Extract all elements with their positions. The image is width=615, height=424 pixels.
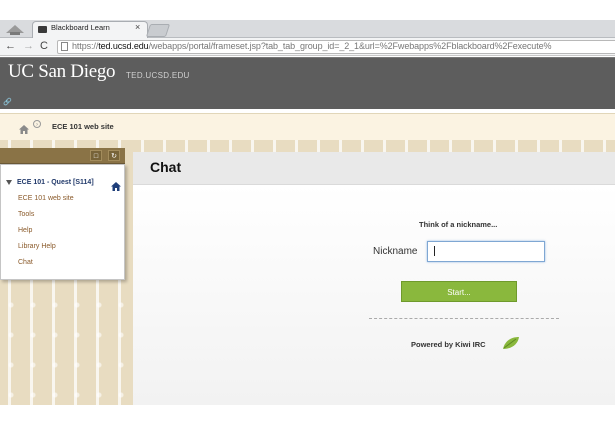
forward-icon[interactable]: → (23, 40, 34, 52)
link-icon[interactable]: 🔗 (3, 98, 12, 106)
site-logo[interactable]: UC San Diego (8, 61, 116, 83)
nickname-input[interactable] (427, 241, 545, 262)
start-button[interactable]: Start... (401, 281, 517, 302)
text-caret (434, 246, 435, 256)
home-icon[interactable] (19, 121, 29, 139)
nickname-label: Nickname (373, 246, 418, 257)
tab-favicon-icon (38, 26, 47, 33)
menu-item-library-help[interactable]: Library Help (18, 243, 56, 250)
tab-title: Blackboard Learn (51, 23, 110, 32)
reload-icon[interactable]: C (40, 40, 48, 52)
tab-close-icon[interactable]: × (135, 22, 140, 32)
page-icon (61, 42, 68, 51)
menu-item-chat[interactable]: Chat (18, 259, 33, 266)
collapse-triangle-icon[interactable] (6, 180, 12, 185)
site-domain: TED.UCSD.EDU (126, 71, 190, 80)
menu-item-web-site[interactable]: ECE 101 web site (18, 195, 74, 202)
top-pattern-strip (133, 140, 615, 152)
powered-by-text: Powered by Kiwi IRC (411, 340, 486, 349)
divider (369, 318, 559, 319)
leaf-icon[interactable] (502, 336, 520, 355)
menu-item-tools[interactable]: Tools (18, 211, 34, 218)
url-text[interactable]: https://ted.ucsd.edu/webapps/portal/fram… (72, 41, 552, 51)
url-prefix: https:// (72, 41, 99, 51)
breadcrumb-current[interactable]: ECE 101 web site (52, 122, 114, 131)
page-title: Chat (150, 159, 182, 175)
content-title-bar (133, 152, 615, 185)
browser-menu-icon[interactable] (4, 21, 26, 37)
refresh-icon[interactable]: ↻ (108, 150, 120, 161)
back-icon[interactable]: ← (5, 40, 16, 52)
folder-icon[interactable]: □ (90, 150, 102, 161)
chat-panel (133, 185, 615, 405)
menu-item-help[interactable]: Help (18, 227, 32, 234)
breadcrumb-arrow-icon[interactable]: › (33, 120, 41, 128)
course-title[interactable]: ECE 101 - Quest [S114] (17, 179, 94, 186)
new-tab-button[interactable] (145, 24, 171, 37)
course-home-icon[interactable] (111, 178, 121, 196)
course-menu-header (0, 148, 125, 164)
nickname-prompt: Think of a nickname... (419, 220, 498, 229)
url-domain: ted.ucsd.edu (98, 41, 149, 51)
url-path: /webapps/portal/frameset.jsp?tab_tab_gro… (148, 41, 552, 51)
